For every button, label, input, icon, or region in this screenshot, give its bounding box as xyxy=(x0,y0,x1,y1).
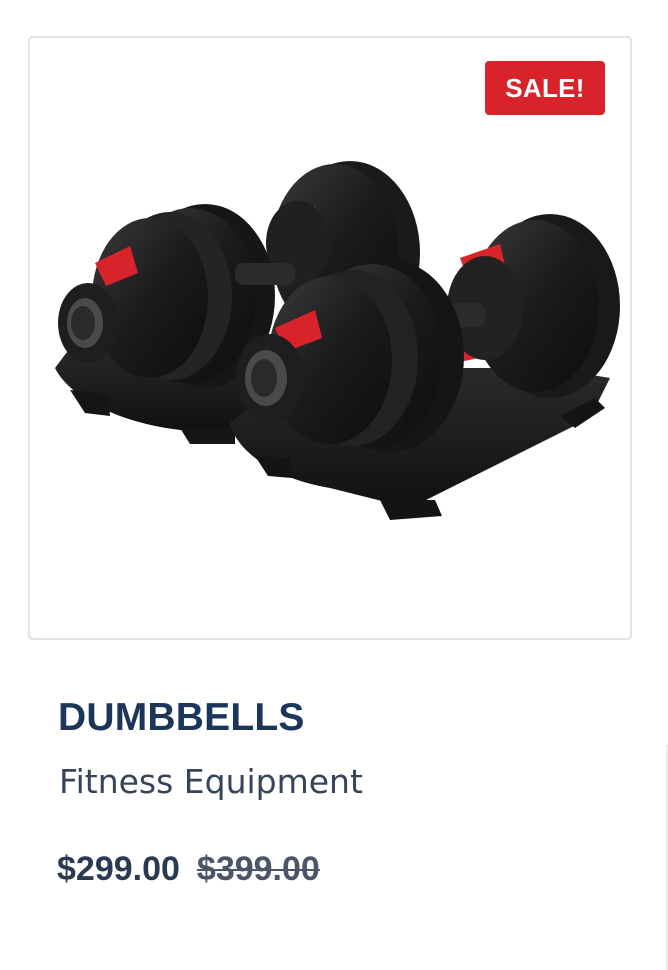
product-title[interactable]: DUMBBELLS xyxy=(58,694,305,742)
price-row: $299.00 $399.00 xyxy=(57,846,320,892)
product-category[interactable]: Fitness Equipment xyxy=(59,760,363,804)
sale-badge: SALE! xyxy=(485,61,605,115)
original-price: $399.00 xyxy=(196,850,320,888)
current-price: $299.00 xyxy=(57,850,180,888)
adjustable-dumbbells-image xyxy=(55,161,620,520)
product-page: SALE! DUMBBELLS Fitness Equipment $299.0… xyxy=(0,0,668,970)
product-image-card[interactable]: SALE! xyxy=(28,36,632,640)
